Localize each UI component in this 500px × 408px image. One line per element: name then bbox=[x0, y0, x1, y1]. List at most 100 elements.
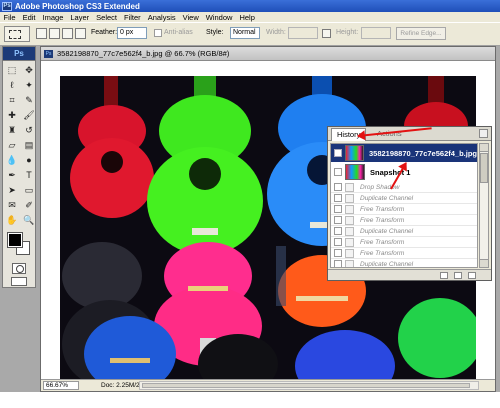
quick-mask-icon[interactable] bbox=[12, 263, 26, 274]
history-source-checkbox[interactable] bbox=[334, 168, 342, 176]
create-snapshot-icon[interactable] bbox=[454, 272, 462, 279]
menu-select[interactable]: Select bbox=[93, 13, 121, 22]
history-source-checkbox[interactable] bbox=[334, 205, 342, 213]
marquee-tool-icon[interactable]: ⬚ bbox=[4, 63, 20, 77]
toolbox: Ps ⬚ ✥ ℓ ✦ ⌗ ✎ ✚ 🖌 ♜ ↺ ▱ ▤ 💧 ● ✒ T ➤ ▭ ✉… bbox=[2, 46, 36, 288]
scroll-thumb[interactable] bbox=[142, 383, 470, 388]
shape-tool-icon[interactable]: ▭ bbox=[21, 183, 37, 197]
crop-tool-icon[interactable]: ⌗ bbox=[4, 93, 20, 107]
snapshot-thumbnail bbox=[344, 145, 364, 161]
history-panel: History Actions 3582198870_77c7e562f4_b.… bbox=[327, 126, 492, 281]
menu-edit[interactable]: Edit bbox=[19, 13, 39, 22]
feather-label: Feather: bbox=[91, 29, 118, 36]
ps-logo: Ps bbox=[3, 47, 35, 61]
notes-tool-icon[interactable]: ✉ bbox=[4, 198, 20, 212]
history-source-checkbox[interactable] bbox=[334, 249, 342, 257]
subtract-selection-button[interactable] bbox=[62, 28, 73, 39]
history-brush-icon[interactable]: ↺ bbox=[21, 123, 37, 137]
history-step[interactable]: Free Transform bbox=[331, 204, 477, 215]
menu-window[interactable]: Window bbox=[202, 13, 236, 22]
history-step[interactable]: Duplicate Channel bbox=[331, 193, 477, 204]
tool-preset-picker[interactable] bbox=[4, 26, 30, 42]
magic-wand-icon[interactable]: ✦ bbox=[21, 78, 37, 92]
antialias-label: Anti-alias bbox=[164, 29, 193, 36]
eyedropper-tool-icon[interactable]: ✐ bbox=[21, 198, 37, 212]
history-step[interactable]: Duplicate Channel bbox=[331, 226, 477, 237]
refine-edge-button[interactable]: Refine Edge... bbox=[396, 27, 446, 40]
stamp-tool-icon[interactable]: ♜ bbox=[4, 123, 20, 137]
lasso-tool-icon[interactable]: ℓ bbox=[4, 78, 20, 92]
type-tool-icon[interactable]: T bbox=[21, 168, 37, 182]
horizontal-scrollbar[interactable] bbox=[139, 381, 479, 390]
add-selection-button[interactable] bbox=[49, 28, 60, 39]
app-titlebar: Ps Adobe Photoshop CS3 Extended bbox=[0, 0, 500, 12]
swap-dimensions-button[interactable] bbox=[322, 29, 331, 38]
history-step[interactable]: Free Transform bbox=[331, 248, 477, 259]
hand-tool-icon[interactable]: ✋ bbox=[4, 213, 20, 227]
panel-menu-icon[interactable] bbox=[479, 129, 488, 138]
options-bar: Feather: 0 px Anti-alias Style: Normal W… bbox=[0, 22, 500, 46]
status-bar: 66.67% Doc: 2.25M/2.25M bbox=[41, 379, 495, 391]
healing-brush-icon[interactable]: ✚ bbox=[4, 108, 20, 122]
step-icon bbox=[345, 193, 354, 203]
menu-filter[interactable]: Filter bbox=[121, 13, 145, 22]
history-source-checkbox[interactable] bbox=[334, 260, 342, 267]
history-step[interactable]: Duplicate Channel bbox=[331, 259, 477, 267]
zoom-level-field[interactable]: 66.67% bbox=[43, 381, 79, 390]
history-source-checkbox[interactable] bbox=[334, 238, 342, 246]
antialias-checkbox[interactable] bbox=[154, 29, 162, 37]
history-source-checkbox[interactable] bbox=[334, 194, 342, 202]
scroll-thumb[interactable] bbox=[480, 153, 488, 183]
gradient-tool-icon[interactable]: ▤ bbox=[21, 138, 37, 152]
menu-image[interactable]: Image bbox=[39, 13, 67, 22]
width-label: Width: bbox=[266, 29, 286, 36]
step-icon bbox=[345, 248, 354, 258]
history-source-checkbox[interactable] bbox=[334, 216, 342, 224]
slice-tool-icon[interactable]: ✎ bbox=[21, 93, 37, 107]
step-icon bbox=[345, 259, 354, 267]
history-source-checkbox[interactable] bbox=[334, 183, 342, 191]
delete-state-icon[interactable] bbox=[468, 272, 476, 279]
step-icon bbox=[345, 182, 354, 192]
dodge-tool-icon[interactable]: ● bbox=[21, 153, 37, 167]
brush-tool-icon[interactable]: 🖌 bbox=[21, 108, 37, 122]
pen-tool-icon[interactable]: ✒ bbox=[4, 168, 20, 182]
style-select[interactable]: Normal bbox=[230, 27, 260, 39]
eraser-tool-icon[interactable]: ▱ bbox=[4, 138, 20, 152]
scroll-down-arrow-icon[interactable] bbox=[480, 259, 488, 267]
history-step-label: Free Transform bbox=[360, 205, 405, 213]
document-ps-icon: Ps bbox=[44, 50, 53, 58]
history-source-checkbox[interactable] bbox=[334, 149, 342, 157]
history-footer bbox=[328, 269, 491, 280]
new-document-from-state-icon[interactable] bbox=[440, 272, 448, 279]
history-scrollbar[interactable] bbox=[479, 143, 489, 268]
blur-tool-icon[interactable]: 💧 bbox=[4, 153, 20, 167]
step-icon bbox=[345, 204, 354, 214]
history-snapshot-selected[interactable]: 3582198870_77c7e562f4_b.jpg bbox=[331, 144, 477, 162]
menu-analysis[interactable]: Analysis bbox=[144, 13, 179, 22]
width-input[interactable] bbox=[288, 27, 318, 39]
height-input[interactable] bbox=[361, 27, 391, 39]
step-icon bbox=[345, 237, 354, 247]
scroll-up-arrow-icon[interactable] bbox=[480, 144, 488, 152]
intersect-selection-button[interactable] bbox=[75, 28, 86, 39]
history-step[interactable]: Drop Shadow bbox=[331, 182, 477, 193]
history-step[interactable]: Free Transform bbox=[331, 215, 477, 226]
path-selection-icon[interactable]: ➤ bbox=[4, 183, 20, 197]
zoom-tool-icon[interactable]: 🔍 bbox=[21, 213, 37, 227]
history-step-label: Free Transform bbox=[360, 216, 405, 224]
menu-help[interactable]: Help bbox=[236, 13, 258, 22]
move-tool-icon[interactable]: ✥ bbox=[21, 63, 37, 77]
history-source-checkbox[interactable] bbox=[334, 227, 342, 235]
menu-layer[interactable]: Layer bbox=[67, 13, 93, 22]
new-selection-button[interactable] bbox=[36, 28, 47, 39]
feather-input[interactable]: 0 px bbox=[117, 27, 147, 39]
menu-view[interactable]: View bbox=[179, 13, 202, 22]
app-title: Adobe Photoshop CS3 Extended bbox=[15, 1, 140, 11]
screen-mode-icon[interactable] bbox=[11, 277, 27, 286]
history-step-label: Free Transform bbox=[360, 249, 405, 257]
menu-file[interactable]: File bbox=[0, 13, 19, 22]
document-titlebar[interactable]: Ps 3582198870_77c7e562f4_b.jpg @ 66.7% (… bbox=[41, 47, 495, 61]
history-step[interactable]: Free Transform bbox=[331, 237, 477, 248]
foreground-color-swatch[interactable] bbox=[7, 232, 23, 248]
